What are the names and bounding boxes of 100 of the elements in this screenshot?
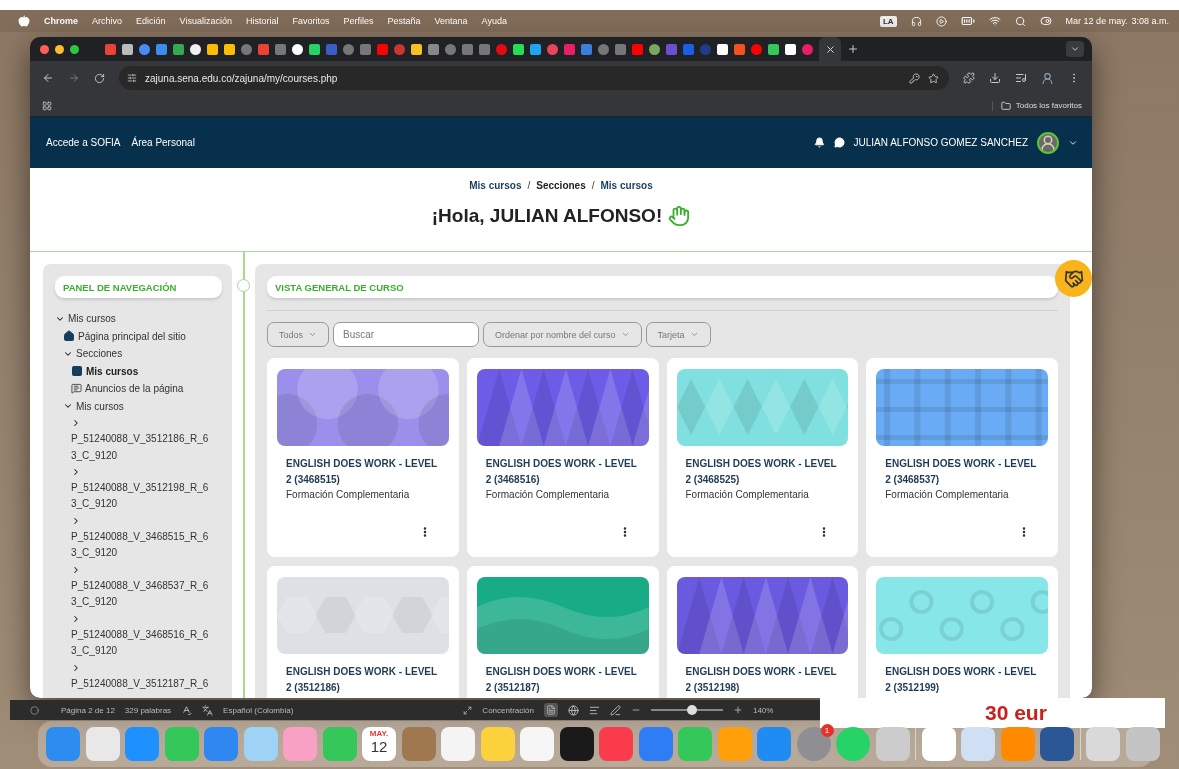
tab-favicon-icon[interactable] bbox=[224, 43, 235, 55]
menu-date[interactable]: Mar 12 de may. bbox=[1065, 16, 1128, 26]
tab-favicon-icon[interactable] bbox=[309, 43, 320, 55]
nav-link[interactable]: Accede a SOFIA bbox=[46, 137, 121, 148]
language-label[interactable]: Español (Colombia) bbox=[223, 705, 294, 715]
course-link[interactable]: P_51240088_V_3512187_R_6 bbox=[71, 675, 213, 693]
chevron-icon[interactable] bbox=[71, 564, 81, 575]
tab-favicon-icon[interactable] bbox=[190, 43, 201, 55]
star-icon[interactable] bbox=[928, 72, 939, 84]
tab-favicon-icon[interactable] bbox=[649, 43, 660, 55]
key-icon[interactable] bbox=[909, 72, 920, 84]
tab-favicon-icon[interactable] bbox=[292, 43, 303, 55]
app-icon[interactable] bbox=[559, 727, 594, 761]
word-count[interactable]: 329 palabras bbox=[124, 705, 172, 715]
zoom-window-button[interactable] bbox=[70, 44, 79, 54]
course-link[interactable]: P_51240088_V_3468516_R_63_C_9120 bbox=[71, 626, 213, 660]
course-title[interactable]: ENGLISH DOES WORK - LEVEL 2 (3468515) bbox=[286, 456, 440, 487]
address-bar[interactable]: zajuna.sena.edu.co/zajuna/my/courses.php bbox=[119, 66, 949, 90]
course-link[interactable]: P_51240088_V_3512198_R_63_C_9120 bbox=[71, 480, 213, 513]
course-card[interactable]: ENGLISH DOES WORK - LEVEL 2 (3512187) bbox=[466, 566, 659, 698]
menu-item[interactable]: Chrome bbox=[44, 16, 78, 26]
zoom-level[interactable]: 140% bbox=[752, 705, 774, 715]
tree-item[interactable]: Mis cursos bbox=[68, 313, 116, 325]
chat-icon[interactable] bbox=[833, 137, 845, 148]
tree-item[interactable]: Página principal del sitio bbox=[78, 330, 186, 342]
language-icon[interactable] bbox=[202, 704, 214, 716]
search-icon[interactable] bbox=[1014, 15, 1026, 27]
plus-icon[interactable] bbox=[732, 705, 743, 715]
course-title[interactable]: ENGLISH DOES WORK - LEVEL 2 (3512187) bbox=[485, 664, 640, 695]
course-link[interactable]: P_51240088_V_3468537_R_63_C_9120 bbox=[71, 577, 213, 611]
headphones-icon[interactable] bbox=[910, 15, 922, 27]
media-icon[interactable] bbox=[1015, 72, 1027, 84]
expand-icon[interactable] bbox=[463, 705, 473, 715]
course-card[interactable]: ENGLISH DOES WORK - LEVEL 2 (3512186) bbox=[267, 566, 459, 698]
chevron-icon[interactable] bbox=[71, 418, 81, 429]
course-card[interactable]: ENGLISH DOES WORK - LEVEL 2 (3468525) Formación Complementaria bbox=[666, 358, 859, 557]
dropdown-button[interactable]: Tarjeta bbox=[645, 322, 711, 347]
course-title[interactable]: ENGLISH DOES WORK - LEVEL 2 (3512186) bbox=[286, 664, 440, 695]
spell-check-icon[interactable] bbox=[181, 704, 193, 716]
dropdown-button[interactable]: Ordenar por nombre del curso bbox=[483, 322, 642, 347]
course-card[interactable]: ENGLISH DOES WORK - LEVEL 2 (3468515) Formación Complementaria bbox=[267, 358, 459, 557]
bookmarks-folder[interactable]: Todos los favoritos bbox=[1015, 101, 1082, 110]
course-title[interactable]: ENGLISH DOES WORK - LEVEL 2 (3468525) bbox=[685, 456, 840, 487]
tab-favicon-icon[interactable] bbox=[411, 43, 422, 55]
tree-item[interactable]: Secciones bbox=[76, 348, 123, 360]
menu-item[interactable]: Visualización bbox=[179, 16, 232, 26]
nav-link[interactable]: Área Personal bbox=[131, 137, 195, 148]
site-settings-icon[interactable] bbox=[127, 73, 137, 83]
user-name[interactable]: JULIAN ALFONSO GOMEZ SANCHEZ bbox=[853, 137, 1028, 148]
menu-item[interactable]: Perfiles bbox=[343, 16, 374, 26]
download-icon[interactable] bbox=[989, 72, 1001, 84]
input-source-indicator[interactable]: LA bbox=[879, 15, 897, 27]
folder-icon[interactable] bbox=[1000, 100, 1011, 111]
chevron-icon[interactable] bbox=[71, 515, 81, 526]
menu-item[interactable]: Ventana bbox=[434, 16, 468, 26]
tab-favicon-icon[interactable] bbox=[530, 43, 541, 55]
page-count[interactable]: Página 2 de 12 bbox=[61, 705, 115, 715]
tab-favicon-icon[interactable] bbox=[717, 43, 728, 55]
focus-button[interactable]: Concentración bbox=[482, 705, 534, 715]
breadcrumb-item[interactable]: Secciones bbox=[536, 180, 586, 191]
battery-icon[interactable] bbox=[960, 14, 975, 28]
course-link[interactable]: P_51240088_V_3512186_R_63_C_9120 bbox=[71, 431, 213, 464]
apps-icon[interactable] bbox=[42, 100, 52, 111]
course-card[interactable]: ENGLISH DOES WORK - LEVEL 2 (3512199) bbox=[866, 566, 1058, 698]
tab-favicon-icon[interactable] bbox=[785, 43, 796, 55]
puzzle-icon[interactable] bbox=[963, 72, 975, 84]
course-title[interactable]: ENGLISH DOES WORK - LEVEL 2 (3512198) bbox=[685, 664, 840, 695]
course-title[interactable]: ENGLISH DOES WORK - LEVEL 2 (3512199) bbox=[885, 664, 1039, 695]
pen-icon[interactable] bbox=[609, 704, 621, 716]
reload-icon[interactable] bbox=[94, 72, 105, 84]
tree-item[interactable]: Mis cursos bbox=[76, 400, 124, 412]
globe-icon[interactable] bbox=[567, 704, 579, 716]
menu-item[interactable]: Ayuda bbox=[481, 16, 507, 26]
course-title[interactable]: ENGLISH DOES WORK - LEVEL 2 (3468516) bbox=[485, 456, 640, 487]
toggle-icon[interactable] bbox=[1039, 15, 1052, 27]
profile-icon[interactable] bbox=[1041, 71, 1054, 85]
close-window-button[interactable] bbox=[40, 44, 49, 54]
tab-favicon-icon[interactable] bbox=[768, 43, 779, 55]
course-link[interactable]: P_51240088_V_3468515_R_63_C_9120 bbox=[71, 529, 213, 562]
chevron-icon[interactable] bbox=[71, 613, 81, 624]
tab-search-button[interactable] bbox=[1066, 41, 1084, 57]
bell-icon[interactable] bbox=[813, 137, 825, 148]
back-icon[interactable] bbox=[42, 72, 54, 84]
tree-item[interactable]: Anuncios de la página bbox=[85, 383, 184, 395]
breadcrumb-item[interactable]: Mis cursos bbox=[469, 180, 522, 191]
zoom-slider-thumb[interactable] bbox=[687, 705, 697, 715]
chevron-icon[interactable] bbox=[71, 662, 81, 673]
menu-item[interactable]: Historial bbox=[245, 16, 279, 26]
menu-item[interactable]: Pestaña bbox=[387, 16, 421, 26]
tab-favicon-icon[interactable] bbox=[513, 43, 524, 55]
settings-app-icon[interactable]: 1 bbox=[796, 727, 831, 761]
menu-item[interactable]: Archivo bbox=[92, 16, 123, 26]
tab-favicon-icon[interactable] bbox=[207, 43, 218, 55]
calendar-app-icon[interactable]: MAY. 12 bbox=[362, 727, 396, 761]
menu-item[interactable]: Edición bbox=[136, 16, 166, 26]
menu-time[interactable]: 3:08 a.m. bbox=[1131, 16, 1169, 26]
print-layout-button[interactable] bbox=[543, 703, 558, 717]
course-card[interactable]: ENGLISH DOES WORK - LEVEL 2 (3512198) bbox=[666, 566, 859, 698]
active-tab[interactable] bbox=[819, 37, 841, 61]
close-icon[interactable] bbox=[824, 43, 836, 55]
